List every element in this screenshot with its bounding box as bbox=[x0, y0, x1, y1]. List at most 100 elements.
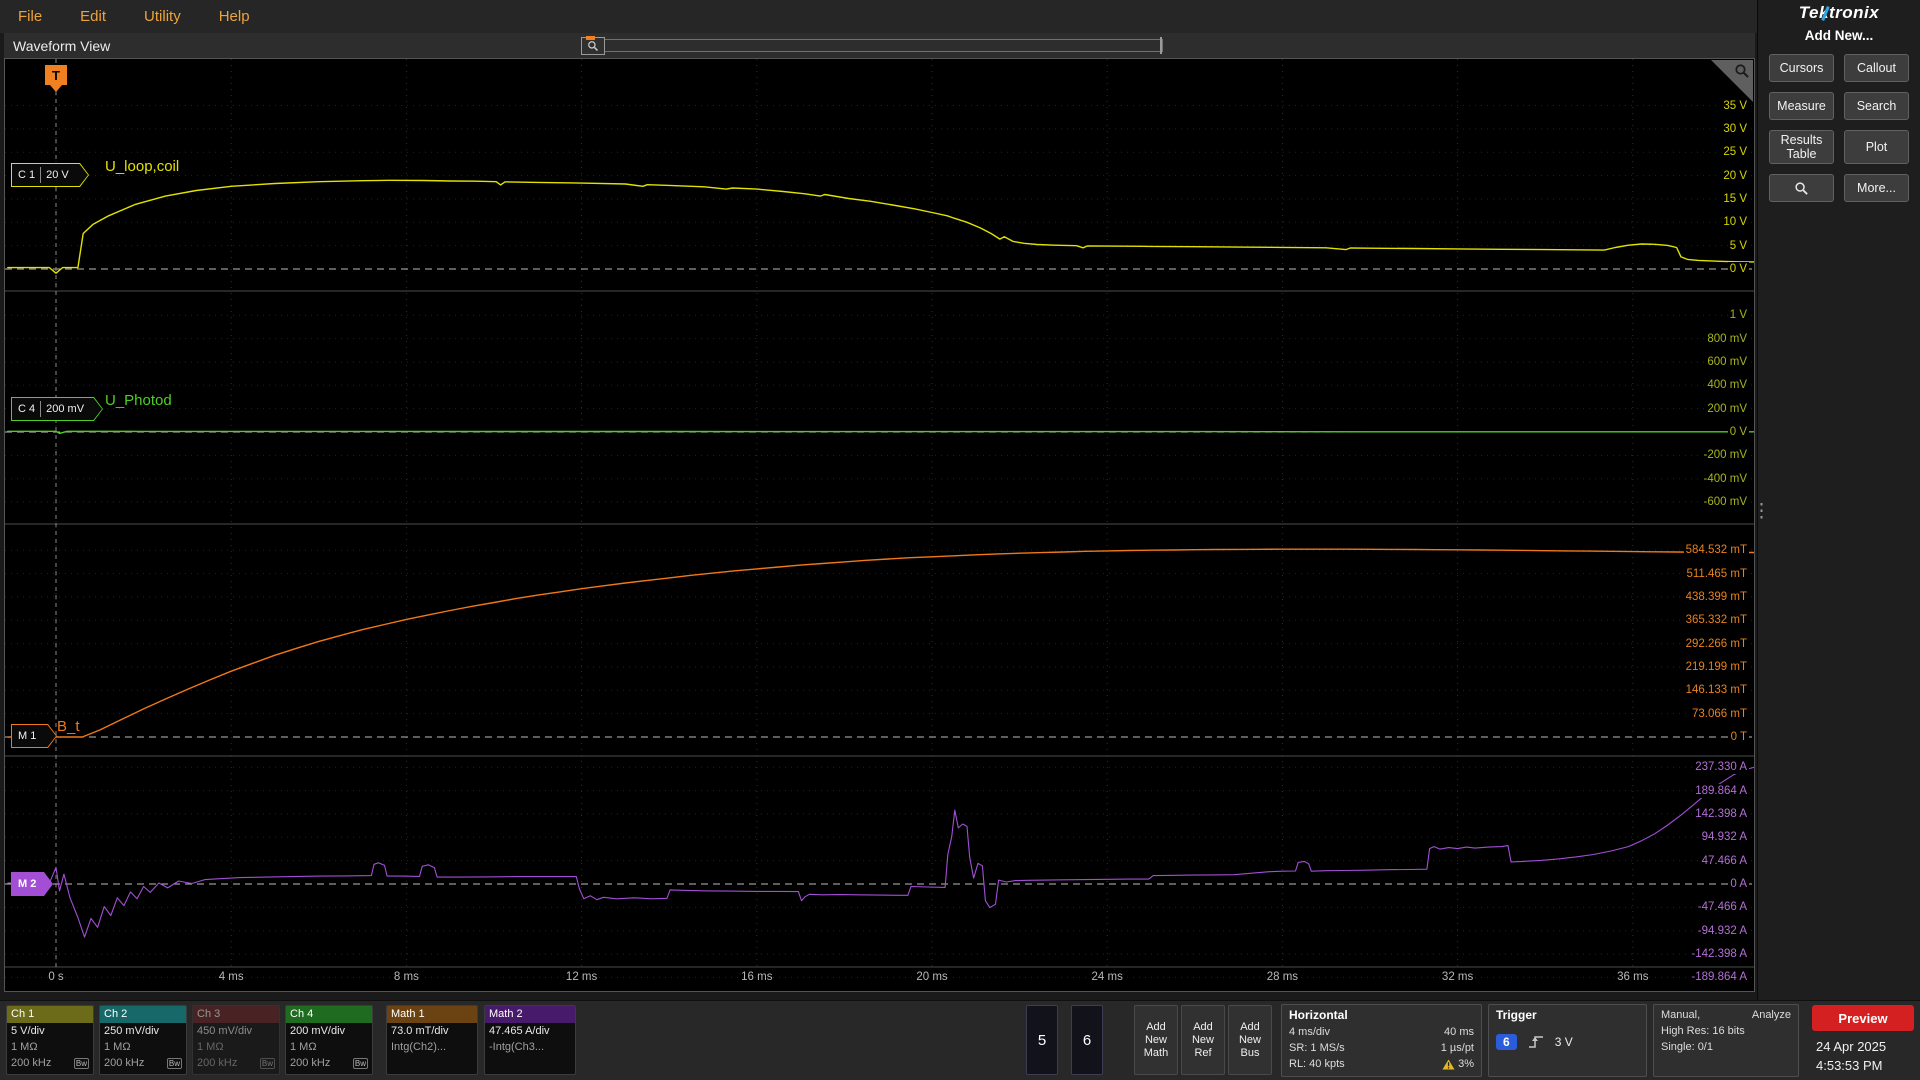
trigger-position-flag[interactable]: T bbox=[45, 65, 67, 92]
zoom-pan-control[interactable] bbox=[581, 36, 1163, 56]
menu-help[interactable]: Help bbox=[219, 8, 250, 25]
sidebar-button-plot[interactable]: Plot bbox=[1844, 130, 1909, 164]
menu-file[interactable]: File bbox=[18, 8, 42, 25]
brand-text: Tektronix bbox=[1798, 3, 1880, 22]
add-new-bus-button[interactable]: Add New Bus bbox=[1228, 1005, 1272, 1075]
x-axis-label: 0 s bbox=[48, 971, 64, 983]
x-axis-label: 16 ms bbox=[741, 971, 773, 983]
channel-tile-6[interactable]: 6 bbox=[1071, 1005, 1103, 1075]
waveform-plot[interactable]: T 35 V 30 V 25 V 20 V 15 V 10 V5 V0 VC 1 20 VU… bbox=[4, 58, 1755, 992]
x-axis-label: 8 ms bbox=[393, 971, 419, 983]
trace-M1 bbox=[7, 548, 1754, 738]
channel-tile-row: 1 MΩ bbox=[197, 1041, 224, 1053]
trigger-title: Trigger bbox=[1496, 1008, 1537, 1022]
channel-tile-name: Ch 2 bbox=[100, 1006, 186, 1023]
horizontal-panel[interactable]: Horizontal 4 ms/div 40 ms SR: 1 MS/s 1 µ… bbox=[1281, 1004, 1482, 1077]
channel-tile-row: 1 MΩ bbox=[290, 1041, 317, 1053]
scale-label-math1: 584.532 mT bbox=[1683, 543, 1749, 558]
scale-label-math1: 292.266 mT bbox=[1683, 636, 1749, 651]
sidebar-button-cursors[interactable]: Cursors bbox=[1769, 54, 1834, 82]
scale-label-math1: 146.133 mT bbox=[1683, 683, 1749, 698]
scale-label-math2: -94.932 A bbox=[1695, 923, 1749, 938]
scale-label-ch4: 0 V bbox=[1727, 425, 1749, 439]
channel-tile-row: 200 mV/div bbox=[290, 1025, 346, 1037]
trigger-flag-tip bbox=[50, 85, 62, 92]
add-new-button-grid: Cursors Callout Measure Search Results Table… bbox=[1758, 43, 1920, 213]
sidebar-button-search[interactable]: Search bbox=[1844, 92, 1909, 120]
channel-tile-row: 250 mV/div bbox=[104, 1025, 160, 1037]
x-axis-label: 4 ms bbox=[218, 971, 244, 983]
horizontal-scale: 4 ms/div bbox=[1289, 1026, 1330, 1038]
scale-label-math2: 142.398 A bbox=[1693, 806, 1749, 821]
compression-percent: 3% bbox=[1458, 1058, 1474, 1070]
scale-label-ch4: 800 mV bbox=[1705, 331, 1749, 346]
x-axis-label: 36 ms bbox=[1617, 971, 1649, 983]
magnifier-icon bbox=[1795, 181, 1808, 195]
channel-badge-math1[interactable]: M 1 bbox=[11, 724, 57, 748]
sidebar-button-results-table[interactable]: Results Table bbox=[1769, 130, 1834, 164]
acquisition-status: Single: 0/1 bbox=[1661, 1041, 1713, 1053]
channel-tile-row: 200 kHz Bw bbox=[290, 1057, 368, 1069]
channel-badge-ch1[interactable]: C 1 20 V bbox=[11, 163, 89, 187]
menu-edit[interactable]: Edit bbox=[80, 8, 106, 25]
x-axis-label: 24 ms bbox=[1091, 971, 1123, 983]
scale-label-math2: -47.466 A bbox=[1695, 900, 1749, 915]
time-label: 4:53:53 PM bbox=[1816, 1058, 1883, 1073]
channel-tile-row: 200 kHz Bw bbox=[197, 1057, 275, 1069]
channel-tile-math-1[interactable]: Math 1 73.0 mT/div Intg(Ch2)... bbox=[386, 1005, 478, 1075]
rising-edge-icon bbox=[1528, 1036, 1543, 1048]
sidebar-button-more[interactable]: More... bbox=[1844, 174, 1909, 202]
channel-tile-row: Intg(Ch2)... bbox=[391, 1041, 447, 1053]
channel-tile-name: Ch 4 bbox=[286, 1006, 372, 1023]
scale-label-math1: 219.199 mT bbox=[1683, 659, 1749, 674]
trigger-source-badge[interactable]: 6 bbox=[1496, 1034, 1517, 1050]
channel-tile-ch-3[interactable]: Ch 3 450 mV/div 1 MΩ 200 kHz Bw bbox=[192, 1005, 280, 1075]
add-new-ref-button[interactable]: Add New Ref bbox=[1181, 1005, 1225, 1075]
acquisition-panel[interactable]: Manual, Analyze High Res: 16 bits Single… bbox=[1653, 1004, 1799, 1077]
trigger-panel[interactable]: Trigger 6 3 V bbox=[1488, 1004, 1647, 1077]
channel-tile-ch-1[interactable]: Ch 1 5 V/div 1 MΩ 200 kHz Bw bbox=[6, 1005, 94, 1075]
bandwidth-icon: Bw bbox=[352, 1058, 368, 1069]
channel-tile-ch-2[interactable]: Ch 2 250 mV/div 1 MΩ 200 kHz Bw bbox=[99, 1005, 187, 1075]
zoom-track-end bbox=[1160, 37, 1162, 54]
sidebar-button-measure[interactable]: Measure bbox=[1769, 92, 1834, 120]
sidebar-zoom-button[interactable] bbox=[1769, 174, 1834, 202]
channel-tile-math-2[interactable]: Math 2 47.465 A/div -Intg(Ch3... bbox=[484, 1005, 576, 1075]
trace-C4 bbox=[7, 430, 1754, 435]
horizontal-window: 40 ms bbox=[1444, 1026, 1474, 1038]
channel-tile-row: 73.0 mT/div bbox=[391, 1025, 449, 1037]
channel-tile-row: -Intg(Ch3... bbox=[489, 1041, 545, 1053]
scale-label-ch1: 30 V bbox=[1721, 121, 1749, 136]
channel-badge-ch4[interactable]: C 4 200 mV bbox=[11, 397, 103, 421]
waveform-view-header: Waveform View bbox=[4, 33, 1755, 58]
add-new-math-button[interactable]: Add New Math bbox=[1134, 1005, 1178, 1075]
channel-tile-name: Math 2 bbox=[485, 1006, 575, 1023]
sidebar: Tektronix Add New... Cursors Callout Measu… bbox=[1757, 0, 1920, 1000]
trace-label-ch4: U_Photod bbox=[105, 392, 172, 409]
scale-label-ch1: 0 V bbox=[1727, 262, 1749, 276]
channel-tile-row: 1 MΩ bbox=[104, 1041, 131, 1053]
scale-label-ch4: -400 mV bbox=[1701, 471, 1749, 486]
tektronix-logo: Tektronix bbox=[1758, 3, 1920, 25]
channel-tile-5[interactable]: 5 bbox=[1026, 1005, 1058, 1075]
trace-label-ch1: U_loop,coil bbox=[105, 158, 180, 175]
channel-tile-ch-4[interactable]: Ch 4 200 mV/div 1 MΩ 200 kHz Bw bbox=[285, 1005, 373, 1075]
scale-label-math1: 511.465 mT bbox=[1684, 566, 1749, 581]
bandwidth-icon: Bw bbox=[73, 1058, 89, 1069]
warning-icon bbox=[1442, 1059, 1455, 1069]
scale-label-math2: 237.330 A bbox=[1693, 760, 1749, 775]
panel-drag-handle[interactable]: ⋮ bbox=[1752, 500, 1771, 523]
channel-tile-row: 450 mV/div bbox=[197, 1025, 253, 1037]
zoom-corner-button[interactable] bbox=[1711, 60, 1753, 102]
zoom-handle[interactable] bbox=[581, 36, 605, 55]
bandwidth-icon: Bw bbox=[166, 1058, 182, 1069]
sidebar-button-callout[interactable]: Callout bbox=[1844, 54, 1909, 82]
tekscope-app: File Edit Utility Help Waveform View T 3… bbox=[0, 0, 1920, 1080]
preview-button[interactable]: Preview bbox=[1812, 1005, 1914, 1031]
bandwidth-icon: Bw bbox=[259, 1058, 275, 1069]
scale-label-math1: 73.066 mT bbox=[1690, 706, 1749, 721]
zoom-track[interactable] bbox=[605, 37, 1163, 54]
menu-utility[interactable]: Utility bbox=[144, 8, 181, 25]
traces bbox=[7, 179, 1754, 938]
scale-label-math2: -142.398 A bbox=[1689, 947, 1749, 962]
